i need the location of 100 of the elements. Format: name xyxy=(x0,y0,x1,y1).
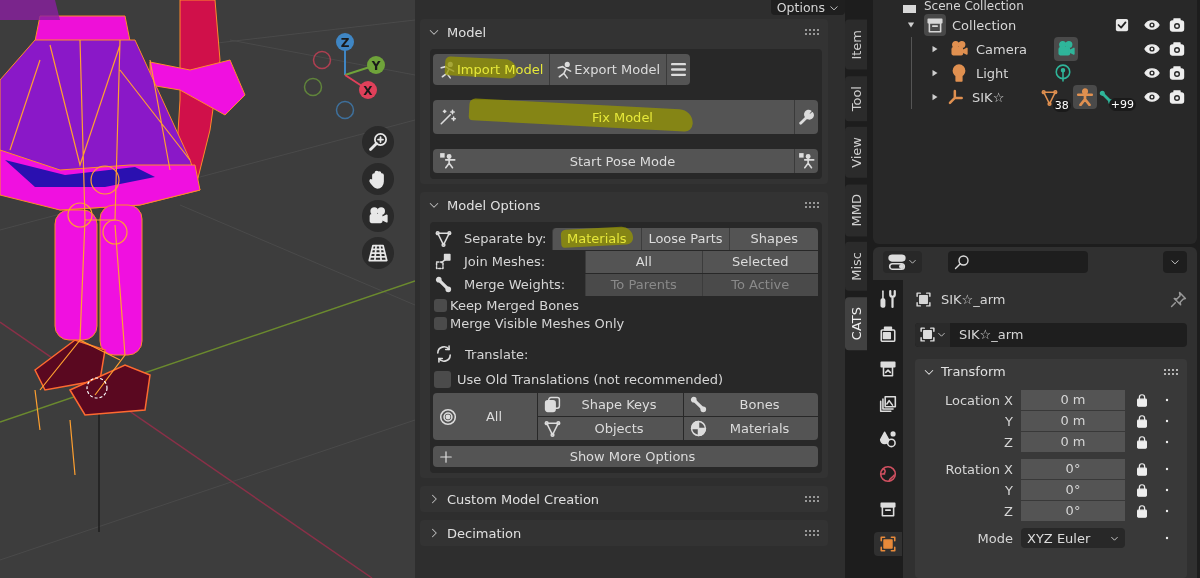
options-dropdown[interactable]: Options xyxy=(770,0,845,15)
panel-header[interactable]: Custom Model Creation xyxy=(420,486,828,512)
lock-icon xyxy=(1135,504,1149,519)
eye-icon xyxy=(1144,65,1160,81)
checked-checkbox[interactable] xyxy=(1115,18,1129,32)
properties-tab[interactable] xyxy=(874,531,902,556)
chevron-down-icon xyxy=(908,257,917,267)
pin-icon xyxy=(1170,291,1187,309)
toggle-icon xyxy=(888,252,906,271)
sidebar-tab[interactable]: Item xyxy=(845,20,867,70)
material-sphere-icon xyxy=(690,420,707,437)
menu-button[interactable] xyxy=(666,54,691,85)
axis-label: Y xyxy=(371,58,381,73)
join-icon xyxy=(435,253,452,270)
option-button[interactable]: Selected xyxy=(701,250,818,273)
checkbox[interactable] xyxy=(434,370,451,388)
field-label: Z xyxy=(1003,434,1014,450)
import-model-button[interactable]: Import Model xyxy=(433,54,550,85)
section-label: Translate: xyxy=(465,346,529,362)
outliner-item[interactable]: SIK☆ xyxy=(972,89,1033,105)
pan-button[interactable] xyxy=(362,163,394,195)
mode-dropdown[interactable]: XYZ Euler xyxy=(1021,528,1125,549)
translate-button[interactable]: Shape Keys xyxy=(538,393,683,416)
lock-icon xyxy=(1135,393,1149,408)
pose-button[interactable] xyxy=(794,149,818,173)
outliner-item[interactable]: Collection xyxy=(952,17,1017,33)
outliner-item[interactable]: Light xyxy=(976,65,1046,81)
number-field[interactable]: 0 m xyxy=(1021,389,1125,410)
translate-button[interactable]: Materials xyxy=(684,417,818,440)
translate-all-button[interactable]: All xyxy=(433,393,537,440)
field-label: Mode xyxy=(976,530,1014,546)
checkbox[interactable] xyxy=(434,298,447,312)
render-camera-icon xyxy=(1169,65,1185,81)
count-badge: +99 xyxy=(1108,97,1136,111)
sidebar-tab[interactable]: View xyxy=(845,126,867,178)
axis-handle[interactable]: Y xyxy=(367,56,385,74)
wrench-button[interactable] xyxy=(794,100,818,134)
panel-header[interactable]: Decimation xyxy=(420,520,828,546)
bone-icon xyxy=(435,276,452,293)
perspective-button[interactable] xyxy=(362,237,394,269)
export-model-button[interactable]: Export Model xyxy=(549,54,667,85)
option-button[interactable]: Materials xyxy=(552,227,641,250)
option-button[interactable]: Loose Parts xyxy=(640,227,730,250)
show-more-options-button[interactable]: Show More Options xyxy=(433,446,818,467)
axis-handle[interactable]: X xyxy=(359,81,377,99)
panel-header[interactable]: Model Options xyxy=(420,192,828,218)
outliner-item[interactable]: Camera xyxy=(976,41,1046,57)
row-label: Separate by: xyxy=(464,231,547,246)
sidebar-tab[interactable]: Misc xyxy=(845,242,867,291)
eye-icon xyxy=(1144,89,1160,105)
menu-icon xyxy=(670,61,688,78)
light-data-icon xyxy=(1054,64,1072,82)
camera-view-button[interactable] xyxy=(362,200,394,232)
plus-icon xyxy=(439,449,453,464)
start-pose-mode-button[interactable]: Start Pose Mode xyxy=(433,149,794,173)
row-label: Merge Weights: xyxy=(464,277,566,292)
checkbox[interactable] xyxy=(434,316,447,330)
object-name: SIK☆_arm xyxy=(941,292,1006,308)
render-camera-icon xyxy=(1169,89,1185,105)
fix-model-button[interactable]: Fix Model xyxy=(433,100,794,134)
object-icon xyxy=(919,326,936,344)
lock-icon xyxy=(1135,435,1149,450)
number-field[interactable]: 0° xyxy=(1021,458,1125,479)
number-field[interactable]: 0° xyxy=(1021,479,1125,500)
option-button[interactable]: Shapes xyxy=(729,227,818,250)
magic-wand-icon xyxy=(439,108,457,126)
triangle-icon xyxy=(930,44,940,54)
option-button[interactable]: All xyxy=(585,250,702,273)
panel-header[interactable]: Model xyxy=(420,19,828,45)
translate-button[interactable]: Bones xyxy=(684,393,818,416)
editor-type-button[interactable] xyxy=(883,250,922,273)
translate-button[interactable]: Objects xyxy=(538,417,683,440)
shape-keys-icon xyxy=(544,396,561,413)
number-field[interactable]: 0 m xyxy=(1021,431,1125,452)
scene-collection-icon xyxy=(903,5,916,13)
sidebar-tab[interactable]: CATS xyxy=(845,296,867,351)
scene-icon xyxy=(879,429,897,448)
eye-icon xyxy=(1144,17,1160,33)
axis-label: X xyxy=(363,83,373,98)
sidebar-tab[interactable]: Tool xyxy=(845,75,867,121)
number-field[interactable]: 0° xyxy=(1021,500,1125,521)
axis-handle[interactable]: Z xyxy=(336,33,354,51)
chevron-down-icon xyxy=(937,330,946,340)
object-type-dropdown[interactable] xyxy=(915,322,950,347)
outliner-item[interactable]: Scene Collection xyxy=(924,0,1024,13)
search-field[interactable] xyxy=(948,250,1088,273)
render-camera-icon xyxy=(1169,17,1185,33)
sidebar-tab[interactable]: MMD xyxy=(845,183,867,237)
number-field[interactable]: 0 m xyxy=(1021,410,1125,431)
checkbox-label: Use Old Translations (not recommended) xyxy=(457,371,724,387)
count-badge: 38 xyxy=(1052,98,1071,112)
camera-data-icon xyxy=(1057,40,1075,58)
field-label: Rotation X xyxy=(944,461,1014,477)
triangle-icon xyxy=(930,68,940,78)
camera-icon xyxy=(368,206,388,226)
navigation-gizmo[interactable]: Z Y X xyxy=(303,33,385,120)
panel-header[interactable]: Transform xyxy=(923,358,1179,385)
armature-icon xyxy=(948,88,965,106)
checkbox-label: Merge Visible Meshes Only xyxy=(450,315,625,331)
zoom-button[interactable] xyxy=(362,126,394,158)
